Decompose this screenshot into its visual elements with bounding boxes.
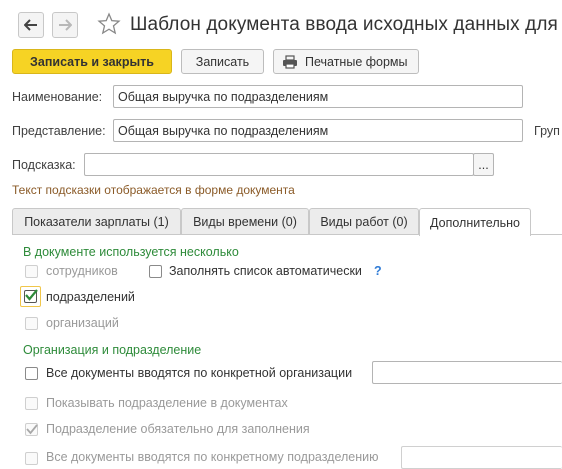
departments-checkbox[interactable] bbox=[24, 289, 38, 303]
back-button[interactable] bbox=[18, 12, 44, 38]
tab-work-types[interactable]: Виды работ (0) bbox=[309, 208, 419, 235]
tab-time-types[interactable]: Виды времени (0) bbox=[181, 208, 309, 235]
organization-field[interactable] bbox=[372, 361, 562, 384]
hint-label: Подсказка: bbox=[12, 158, 76, 172]
show-dept-label: Показывать подразделение в документах bbox=[46, 396, 288, 410]
print-forms-button[interactable]: Печатные формы bbox=[273, 49, 419, 74]
hint-select-button[interactable]: ... bbox=[473, 153, 494, 176]
checkmark-icon bbox=[26, 424, 38, 435]
save-button[interactable]: Записать bbox=[181, 49, 264, 74]
all-docs-dept-checkbox[interactable] bbox=[25, 452, 38, 465]
group-label: Груп bbox=[534, 124, 560, 138]
hint-field[interactable] bbox=[84, 153, 474, 176]
page-title: Шаблон документа ввода исходных данных д… bbox=[130, 14, 562, 35]
forward-button[interactable] bbox=[52, 12, 78, 38]
section-org-dept-title: Организация и подразделение bbox=[23, 343, 202, 357]
dept-required-checkbox[interactable] bbox=[25, 423, 38, 436]
department-field[interactable] bbox=[401, 446, 562, 469]
representation-label: Представление: bbox=[12, 124, 106, 138]
section-multiple-title: В документе используется несколько bbox=[23, 245, 239, 259]
organizations-label: организаций bbox=[46, 316, 119, 330]
name-label: Наименование: bbox=[12, 90, 103, 104]
show-dept-checkbox[interactable] bbox=[25, 397, 38, 410]
representation-field[interactable]: Общая выручка по подразделениям bbox=[113, 119, 523, 142]
departments-label: подразделений bbox=[46, 290, 135, 304]
save-and-close-button[interactable]: Записать и закрыть bbox=[12, 49, 172, 74]
employees-checkbox[interactable] bbox=[25, 265, 38, 278]
checkmark-icon bbox=[25, 289, 38, 301]
favorite-star-icon[interactable] bbox=[97, 12, 121, 39]
dept-required-label: Подразделение обязательно для заполнения bbox=[46, 422, 310, 436]
employees-label: сотрудников bbox=[46, 264, 118, 278]
organizations-checkbox[interactable] bbox=[25, 317, 38, 330]
tab-salary-indicators[interactable]: Показатели зарплаты (1) bbox=[12, 208, 181, 235]
print-forms-label: Печатные формы bbox=[305, 54, 408, 69]
hint-note: Текст подсказки отображается в форме док… bbox=[12, 183, 295, 197]
arrow-left-icon bbox=[24, 19, 37, 31]
help-icon[interactable]: ? bbox=[374, 264, 382, 278]
printer-icon bbox=[283, 54, 297, 69]
arrow-right-icon bbox=[59, 19, 72, 31]
name-field[interactable]: Общая выручка по подразделениям bbox=[113, 85, 523, 108]
autofill-label: Заполнять список автоматически bbox=[169, 264, 362, 278]
autofill-checkbox[interactable] bbox=[149, 265, 162, 278]
all-docs-dept-label: Все документы вводятся по конкретному по… bbox=[46, 450, 379, 464]
all-docs-org-label: Все документы вводятся по конкретной орг… bbox=[46, 366, 353, 380]
all-docs-org-checkbox[interactable] bbox=[25, 367, 38, 380]
tab-additional[interactable]: Дополнительно bbox=[419, 208, 531, 236]
